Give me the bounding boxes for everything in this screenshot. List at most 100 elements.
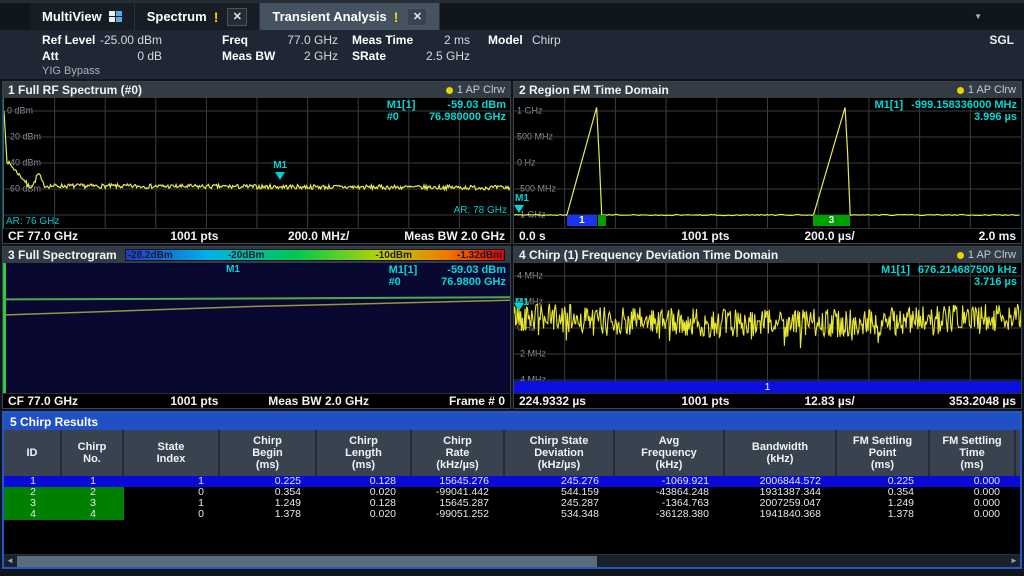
- column-header[interactable]: Chirp No.: [62, 430, 124, 476]
- panel1-titlebar[interactable]: 1 Full RF Spectrum (#0) 1 AP Clrw: [3, 82, 510, 98]
- panel3-marker-readout: M1[1]-59.03 dBm #076.9800 GHz: [389, 264, 506, 288]
- span-per-div: 200.0 MHz/: [257, 229, 381, 243]
- column-header[interactable]: Bandwidth (kHz): [725, 430, 837, 476]
- table-cell: 0: [124, 487, 220, 498]
- scale-max-label: -1.32dBm: [457, 250, 502, 262]
- scale-mid1-label: -20dBm: [228, 250, 265, 262]
- column-header[interactable]: FM Settling Time (ms): [930, 430, 1016, 476]
- table-cell: 0.225: [220, 476, 317, 487]
- att-value[interactable]: 0 dB: [120, 49, 162, 63]
- column-header[interactable]: Chirp Begin (ms): [220, 430, 317, 476]
- meas-bw-value: Meas BW 2.0 GHz: [257, 394, 381, 408]
- meas-bw-value[interactable]: 2 GHz: [272, 49, 338, 63]
- chirp-results-titlebar[interactable]: 5 Chirp Results: [4, 413, 1020, 430]
- panel3-plot-area[interactable]: M1[1]-59.03 dBm #076.9800 GHz M1: [3, 263, 510, 393]
- panel-grid: 1 Full RF Spectrum (#0) 1 AP Clrw M1[1]-…: [0, 81, 1024, 409]
- tab-spectrum[interactable]: Spectrum ! ✕: [135, 3, 261, 30]
- tab-overflow-chevron-icon[interactable]: ▼: [974, 12, 982, 21]
- multiview-grid-icon: [109, 11, 122, 22]
- horizontal-scrollbar[interactable]: ◄ ►: [4, 554, 1020, 567]
- column-header[interactable]: ID: [4, 430, 62, 476]
- ref-level-value[interactable]: -25.00 dBm: [88, 33, 162, 47]
- table-cell: 4: [62, 509, 124, 520]
- panel3-titlebar[interactable]: 3 Full Spectrogram -28.2dBm -20dBm -10dB…: [3, 247, 510, 263]
- table-cell: -99051.252: [412, 509, 505, 520]
- panel4-plot-area[interactable]: M1[1]676.214687500 kHz 3.716 µs 4 MHz 2 …: [514, 263, 1021, 393]
- att-label: Att: [42, 49, 59, 63]
- panel1-trace-label: 1 AP Clrw: [457, 84, 505, 96]
- marker-m1-label: M1: [273, 160, 287, 171]
- panel2-titlebar[interactable]: 2 Region FM Time Domain 1 AP Clrw: [514, 82, 1021, 98]
- table-cell: 0.000: [930, 498, 1016, 509]
- freq-value[interactable]: 77.0 GHz: [272, 33, 338, 47]
- column-header[interactable]: FM Settling Point (ms): [837, 430, 930, 476]
- close-tab-transient-icon[interactable]: ✕: [407, 8, 427, 26]
- model-value[interactable]: Chirp: [532, 33, 561, 47]
- panel1-trace-info: 1 AP Clrw: [446, 84, 505, 96]
- table-cell: 1.249: [837, 498, 930, 509]
- scroll-right-icon[interactable]: ►: [1008, 555, 1020, 567]
- scale-mid2-label: -10dBm: [375, 250, 412, 262]
- stop-time: 353.2048 µs: [892, 394, 1016, 408]
- marker-m1-icon[interactable]: [514, 205, 524, 213]
- analysis-region-left-label: AR: 76 GHz: [6, 216, 59, 227]
- column-header[interactable]: Chirp Rate (kHz/µs): [412, 430, 505, 476]
- alert-icon: !: [214, 9, 219, 25]
- region-marker-2[interactable]: [598, 215, 607, 226]
- panel4-footer: 224.9332 µs 1001 pts 12.83 µs/ 353.2048 …: [514, 393, 1021, 408]
- panel1-marker-readout: M1[1]-59.03 dBm #076.980000 GHz: [387, 99, 506, 123]
- tab-multiview[interactable]: MultiView: [30, 3, 135, 30]
- cf-value: CF 77.0 GHz: [8, 394, 132, 408]
- table-row[interactable]: 2200.3540.020-99041.442544.159-43864.248…: [4, 487, 1020, 498]
- table-row[interactable]: 1110.2250.12815645.276245.276-1069.92120…: [4, 476, 1020, 487]
- column-header[interactable]: State Index: [124, 430, 220, 476]
- table-row[interactable]: 4401.3780.020-99051.252534.348-36128.380…: [4, 509, 1020, 520]
- marker-m1-icon[interactable]: [275, 172, 285, 180]
- panel2-marker-readout: M1[1]-999.158336000 MHz 3.996 µs: [874, 99, 1017, 123]
- table-row[interactable]: 3311.2490.12815645.287245.287-1364.76320…: [4, 498, 1020, 509]
- panel4-title: 4 Chirp (1) Frequency Deviation Time Dom…: [519, 248, 778, 262]
- panel4-titlebar[interactable]: 4 Chirp (1) Frequency Deviation Time Dom…: [514, 247, 1021, 263]
- table-cell: 0.000: [930, 487, 1016, 498]
- points-value: 1001 pts: [643, 394, 767, 408]
- panel1-plot-area[interactable]: M1[1]-59.03 dBm #076.980000 GHz 0 dBm -2…: [3, 98, 510, 228]
- time-per-div: 200.0 µs/: [768, 229, 892, 243]
- panel-chirp-freq-deviation: 4 Chirp (1) Frequency Deviation Time Dom…: [513, 246, 1022, 409]
- tab-spectrum-label: Spectrum: [147, 9, 207, 24]
- table-cell: 0: [124, 509, 220, 520]
- table-cell: 1: [124, 476, 220, 487]
- region-marker-3[interactable]: 3: [813, 215, 851, 226]
- close-tab-spectrum-icon[interactable]: ✕: [227, 8, 247, 26]
- marker-m1-icon[interactable]: [514, 303, 524, 311]
- tab-multiview-label: MultiView: [42, 9, 102, 24]
- trace-color-dot-icon: [957, 87, 964, 94]
- region-marker-1[interactable]: 1: [567, 215, 597, 226]
- meas-bw-value: Meas BW 2.0 GHz: [381, 229, 505, 243]
- table-cell: 0.128: [317, 476, 412, 487]
- marker-m1-label: M1: [515, 193, 529, 204]
- table-cell: 1: [124, 498, 220, 509]
- panel-full-spectrogram: 3 Full Spectrogram -28.2dBm -20dBm -10dB…: [2, 246, 511, 409]
- panel2-plot-area[interactable]: M1[1]-999.158336000 MHz 3.996 µs 1 GHz 5…: [514, 98, 1021, 228]
- tab-bar: MultiView Spectrum ! ✕ Transient Analysi…: [0, 3, 1024, 30]
- tab-transient-analysis[interactable]: Transient Analysis ! ✕: [260, 3, 440, 30]
- table-cell: 1.249: [220, 498, 317, 509]
- panel3-footer: CF 77.0 GHz 1001 pts Meas BW 2.0 GHz Fra…: [3, 393, 510, 408]
- meas-time-label: Meas Time: [352, 33, 413, 47]
- table-cell: 534.348: [505, 509, 615, 520]
- points-value: 1001 pts: [132, 394, 256, 408]
- srate-value[interactable]: 2.5 GHz: [408, 49, 470, 63]
- chirp-results-title: 5 Chirp Results: [10, 415, 98, 429]
- scrollbar-thumb[interactable]: [17, 556, 597, 567]
- frame-number: Frame # 0: [381, 394, 505, 408]
- start-time: 0.0 s: [519, 229, 643, 243]
- time-per-div: 12.83 µs/: [768, 394, 892, 408]
- column-header[interactable]: Avg Frequency (kHz): [615, 430, 725, 476]
- column-header[interactable]: Chirp Length (ms): [317, 430, 412, 476]
- results-body: 1110.2250.12815645.276245.276-1069.92120…: [4, 476, 1020, 554]
- panel2-trace-label: 1 AP Clrw: [968, 84, 1016, 96]
- meas-time-value[interactable]: 2 ms: [428, 33, 470, 47]
- analyzer-window: MultiView Spectrum ! ✕ Transient Analysi…: [0, 0, 1024, 576]
- column-header[interactable]: Chirp State Deviation (kHz/µs): [505, 430, 615, 476]
- scroll-left-icon[interactable]: ◄: [4, 555, 16, 567]
